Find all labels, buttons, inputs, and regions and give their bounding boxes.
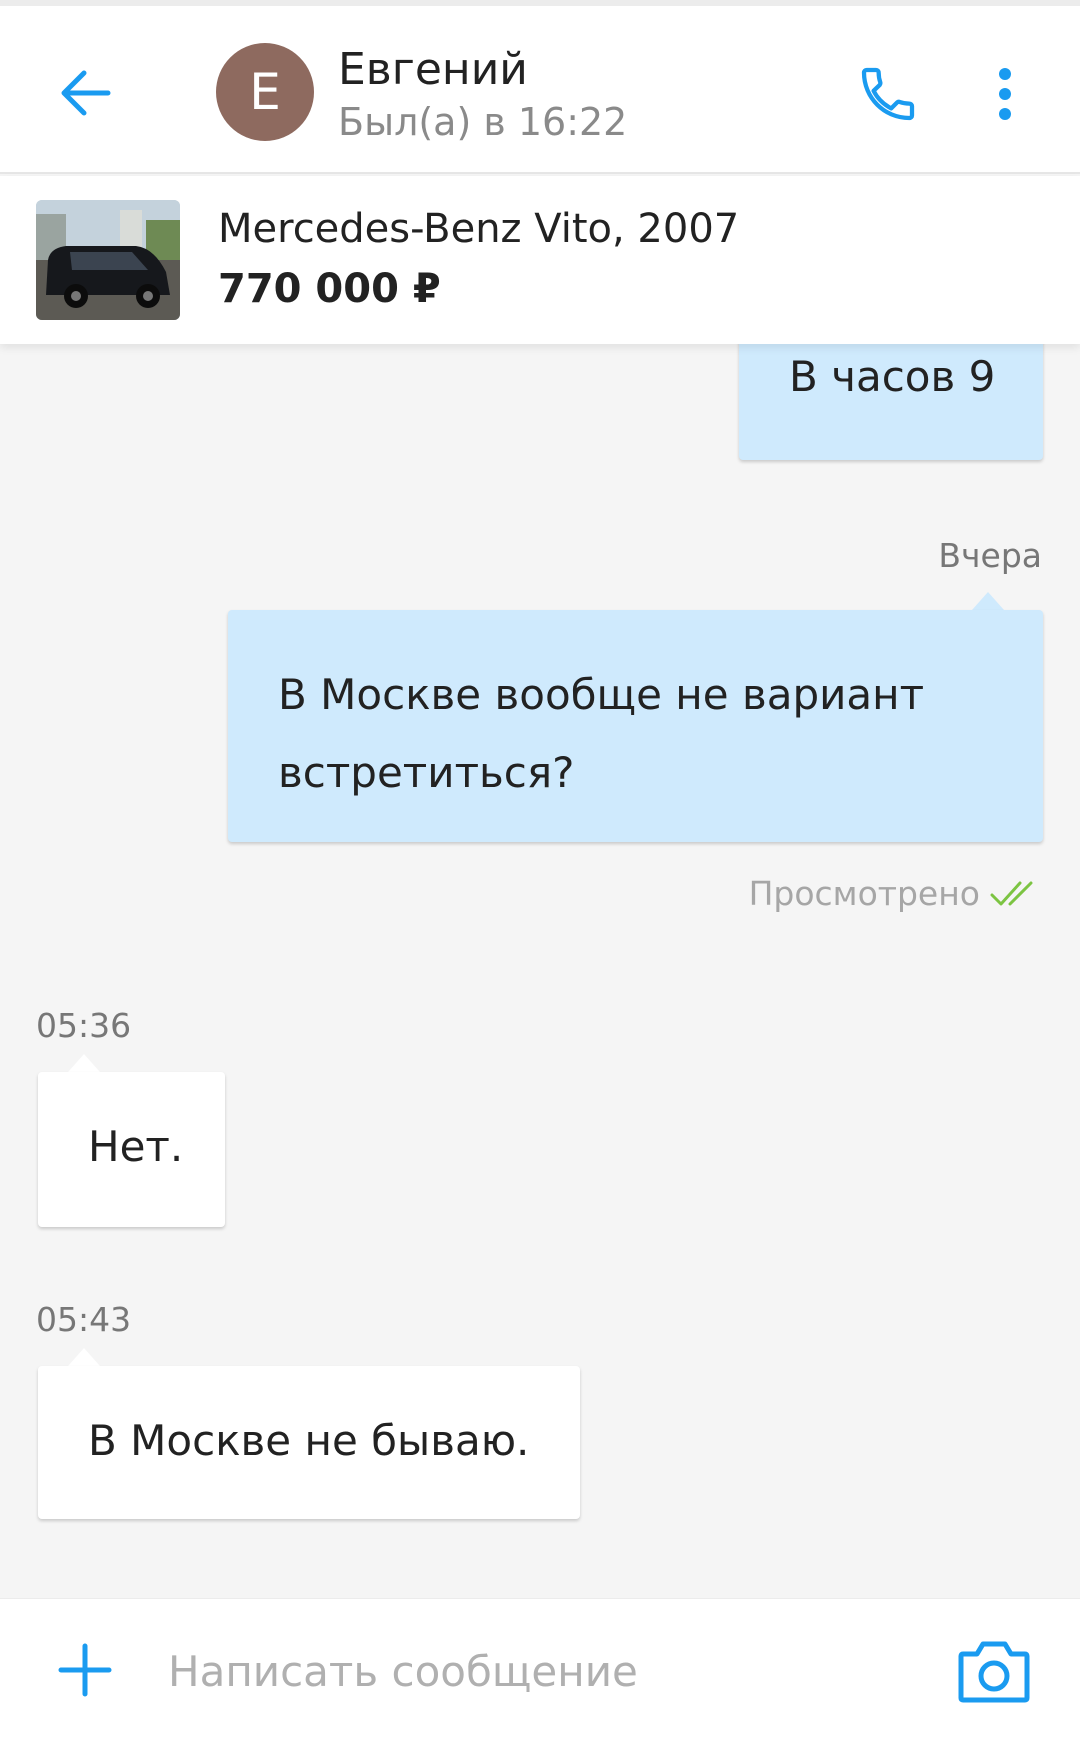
listing-price: 770 000 ₽ — [218, 266, 441, 312]
read-status-label: Просмотрено — [748, 874, 980, 913]
avatar[interactable]: Е — [216, 43, 314, 141]
message-text: В Москве не бываю. — [88, 1416, 530, 1465]
message-outgoing[interactable]: В часов 9 — [739, 334, 1043, 460]
chat-header: Е Евгений Был(а) в 16:22 — [0, 0, 1080, 174]
double-check-icon — [990, 881, 1033, 905]
camera-icon — [958, 1641, 1030, 1703]
more-vertical-icon — [999, 68, 1011, 120]
read-receipt: Просмотрено — [749, 874, 1042, 913]
bubble-tail — [972, 592, 1004, 610]
message-incoming[interactable]: Нет. — [38, 1072, 225, 1227]
bubble-tail — [68, 1054, 100, 1072]
message-incoming[interactable]: В Москве не бываю. — [38, 1366, 580, 1519]
camera-button[interactable] — [955, 1633, 1033, 1709]
message-text: В Москве вообще не вариант встретиться? — [278, 670, 925, 797]
back-button[interactable] — [50, 58, 120, 128]
chat-screen: Е Евгений Был(а) в 16:22 Mercedes-Benz V… — [0, 0, 1080, 1742]
call-button[interactable] — [852, 58, 924, 130]
car-photo-icon — [36, 200, 180, 320]
message-time: 05:36 — [36, 1006, 132, 1045]
message-text: В часов 9 — [789, 352, 996, 401]
bubble-tail — [68, 1348, 100, 1366]
message-composer — [0, 1598, 1080, 1742]
contact-last-seen: Был(а) в 16:22 — [338, 100, 628, 144]
more-options-button[interactable] — [985, 58, 1025, 130]
listing-card[interactable]: Mercedes-Benz Vito, 2007 770 000 ₽ — [0, 176, 1080, 344]
message-time: 05:43 — [36, 1300, 132, 1339]
attach-button[interactable] — [50, 1635, 120, 1705]
message-input[interactable] — [168, 1629, 928, 1713]
message-text: Нет. — [88, 1122, 184, 1171]
message-outgoing[interactable]: В Москве вообще не вариант встретиться? — [228, 610, 1043, 842]
listing-title: Mercedes-Benz Vito, 2007 — [218, 206, 740, 252]
phone-icon — [861, 67, 915, 121]
arrow-left-icon — [61, 70, 111, 116]
contact-name[interactable]: Евгений — [338, 44, 528, 95]
date-separator: Вчера — [938, 536, 1042, 575]
listing-thumbnail — [36, 200, 180, 320]
plus-icon — [58, 1643, 112, 1697]
